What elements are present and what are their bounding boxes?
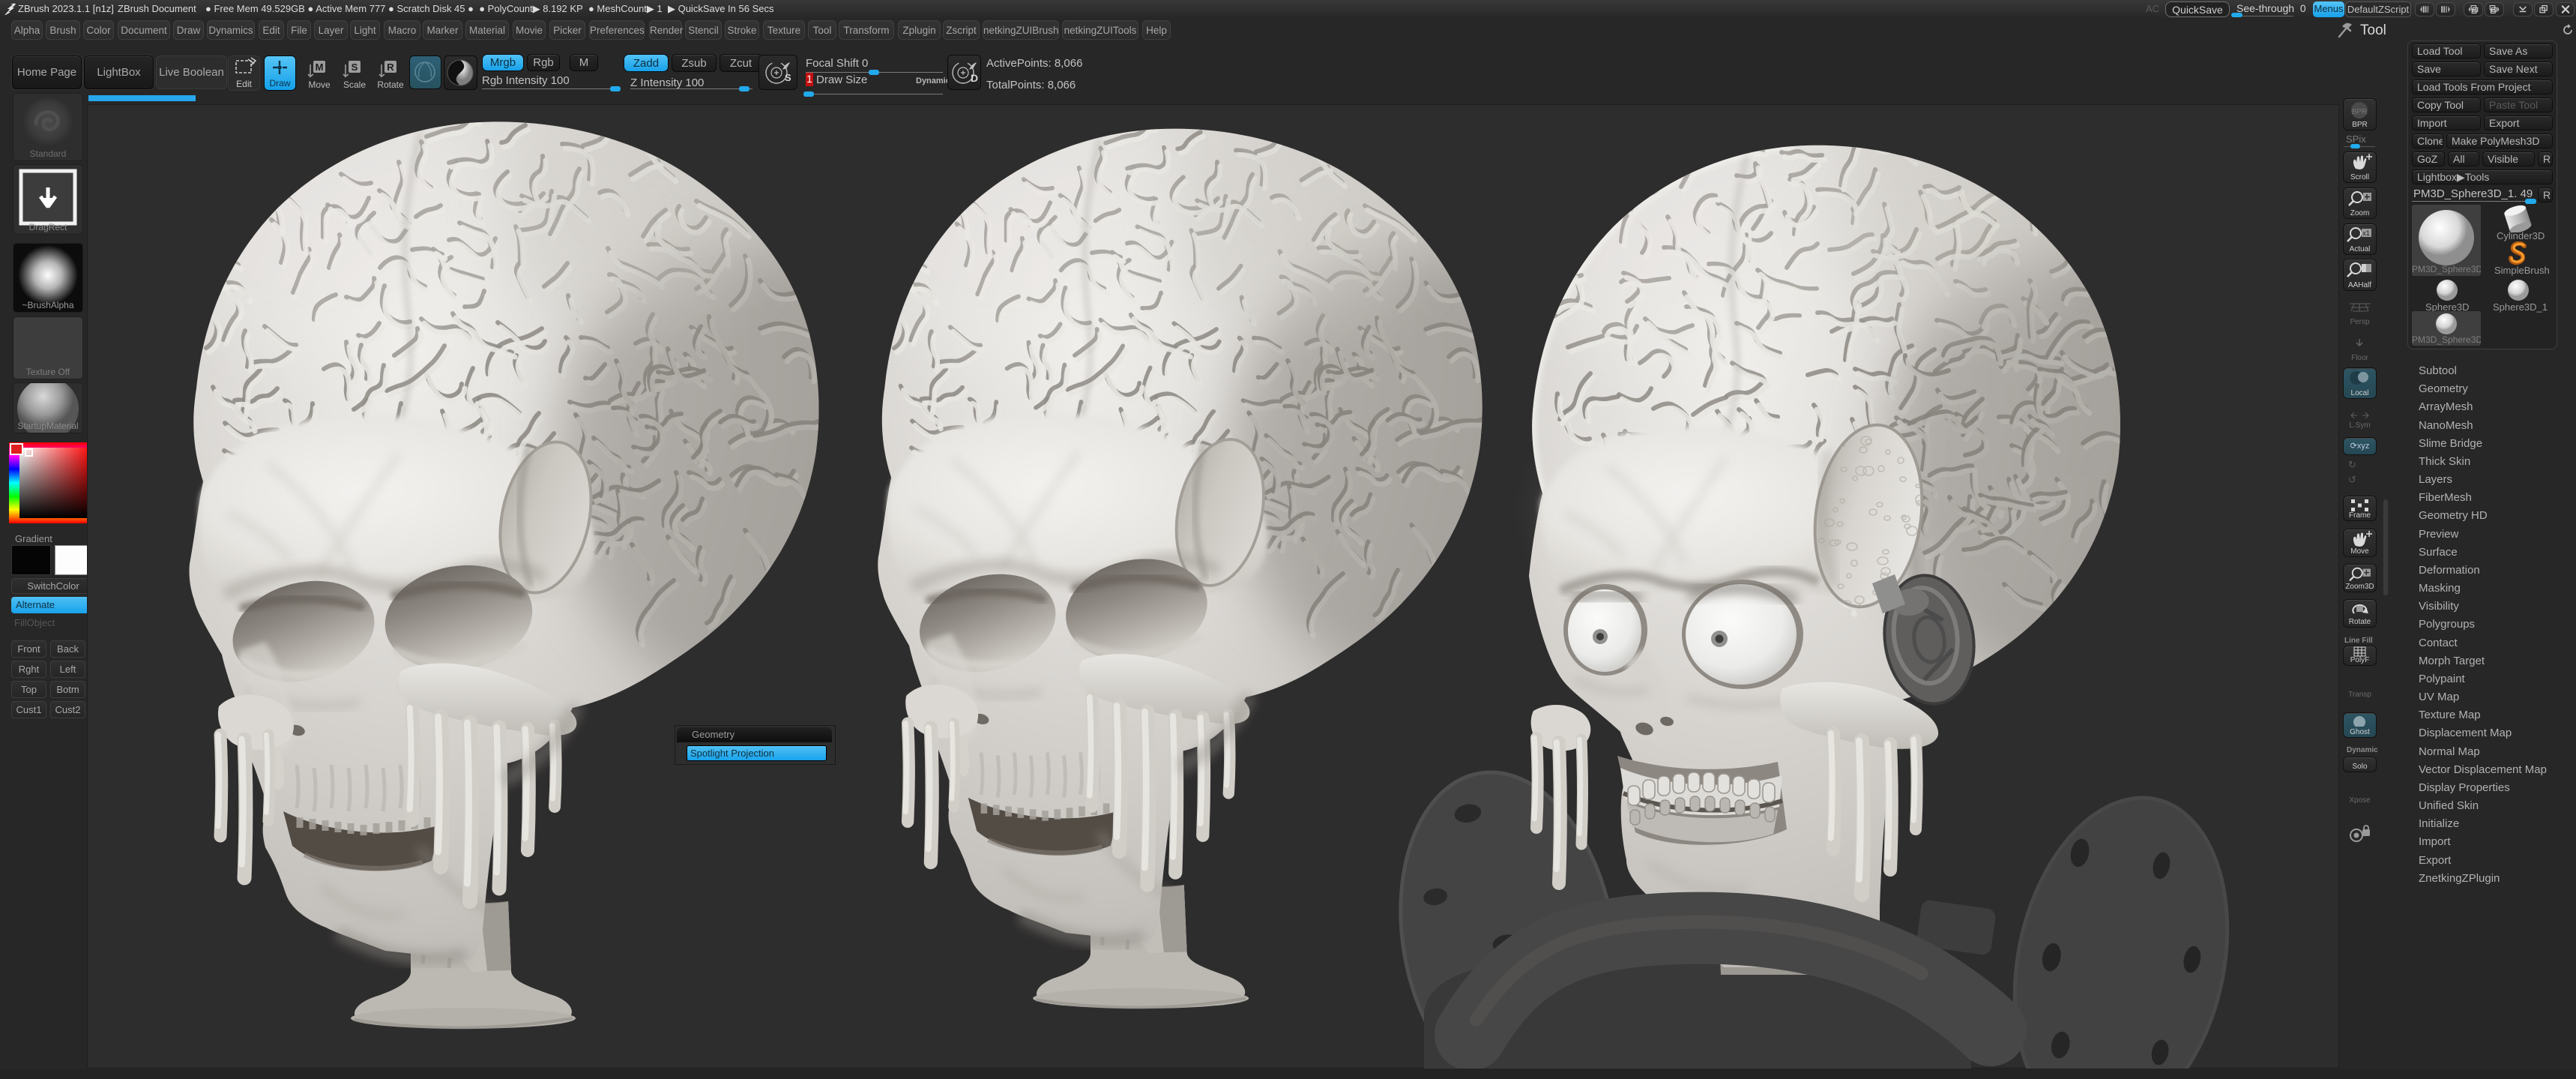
svg-text:S: S — [785, 72, 791, 83]
svg-text:R: R — [387, 61, 394, 73]
svg-text:BPR: BPR — [2352, 108, 2368, 116]
svg-text:M: M — [316, 61, 324, 73]
svg-text:x1: x1 — [2362, 229, 2370, 237]
svg-text:D: D — [971, 72, 978, 84]
svg-text:S: S — [352, 61, 358, 73]
